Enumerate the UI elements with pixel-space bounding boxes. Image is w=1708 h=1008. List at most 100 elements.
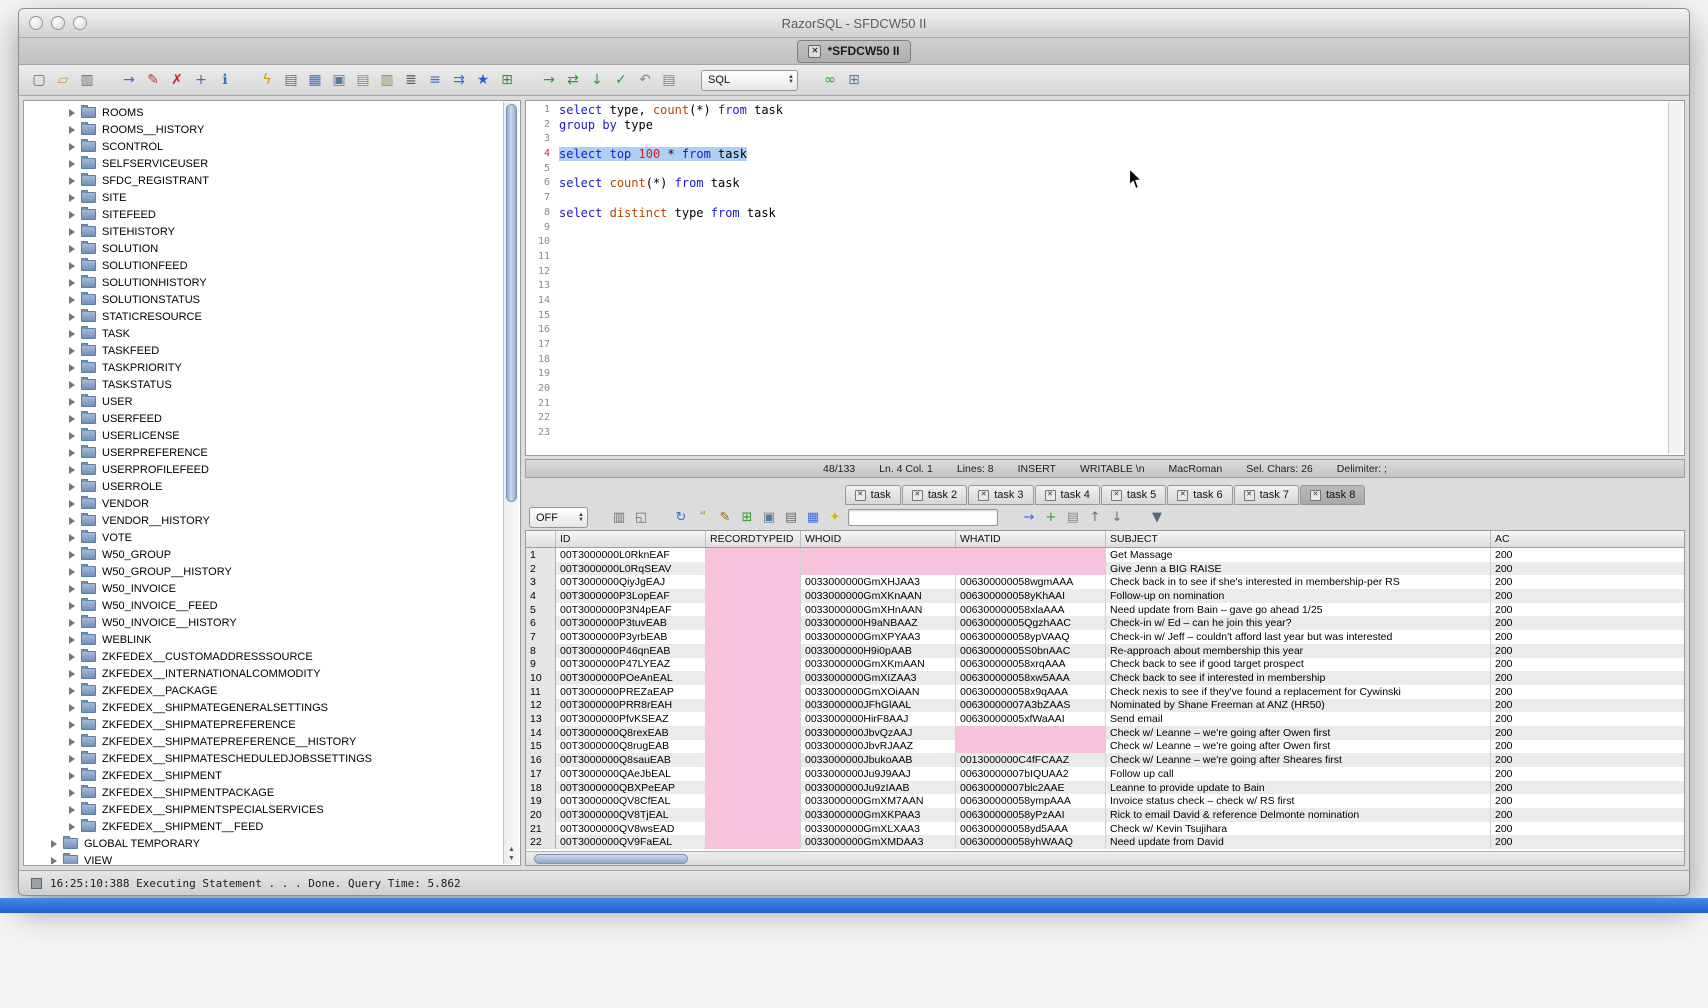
clipboard-icon[interactable]: ▥ [377,70,397,90]
cell-whoid[interactable]: 0033000000GmXHnAAN [801,603,956,617]
tree-item-global-temporary[interactable]: GLOBAL TEMPORARY [25,835,503,852]
export-file-icon[interactable]: ↑ [1086,509,1104,527]
execute-sql-icon[interactable]: → [539,70,559,90]
grid-hscroll-thumb[interactable] [534,854,688,864]
column-info-icon[interactable]: ▦ [804,509,822,527]
result-tab-task-5[interactable]: ✕task 5 [1101,485,1166,505]
table-row[interactable]: 300T3000000QiyJgEAJ0033000000GmXHJAA3006… [526,575,1685,589]
tree-item-w50_invoice__history[interactable]: W50_INVOICE__HISTORY [25,614,503,631]
sql-tools-lightning-icon[interactable]: ϟ [257,70,277,90]
cell-subject[interactable]: Check back to see if good target prospec… [1106,658,1491,672]
tree-item-zkfedex__shipment__feed[interactable]: ZKFEDEX__SHIPMENT__FEED [25,818,503,835]
tree-item-userfeed[interactable]: USERFEED [25,410,503,427]
import-file-icon[interactable]: ↓ [1108,509,1126,527]
row-number[interactable]: 2 [526,562,556,576]
tree-item-sitefeed[interactable]: SITEFEED [25,206,503,223]
result-tab-task-3[interactable]: ✕task 3 [968,485,1033,505]
cell-whatid[interactable]: 006300000058ympAAA [956,794,1106,808]
editor-line[interactable]: 12 [528,265,1667,280]
disclosure-triangle-icon[interactable] [69,755,75,763]
editor-line[interactable]: 9 [528,221,1667,236]
disclosure-triangle-icon[interactable] [69,415,75,423]
row-number[interactable]: 20 [526,808,556,822]
cell-whatid[interactable]: 006300000058yPzAAI [956,808,1106,822]
disclosure-triangle-icon[interactable] [69,823,75,831]
copy-cell-icon[interactable]: ▣ [760,509,778,527]
fetch-results-icon[interactable]: ↓ [587,70,607,90]
cell-recordtypeid[interactable] [706,630,801,644]
add-filter-icon[interactable]: + [1042,509,1060,527]
cell-recordtypeid[interactable] [706,835,801,849]
cell-subject[interactable]: Rick to email David & reference Delmonte… [1106,808,1491,822]
editor-line[interactable]: 2group by type [528,118,1667,133]
table-row[interactable]: 2100T3000000QV8wsEAD0033000000GmXLXAA300… [526,822,1685,836]
cell-id[interactable]: 00T3000000P47LYEAZ [556,658,706,672]
cell-id[interactable]: 00T3000000P3N4pEAF [556,603,706,617]
cell-id[interactable]: 00T3000000P3tuvEAB [556,616,706,630]
tree-item-taskstatus[interactable]: TASKSTATUS [25,376,503,393]
table-row[interactable]: 1800T3000000QBXPeEAP0033000000Ju9zIAAB00… [526,781,1685,795]
execute-all-icon[interactable]: ⇄ [563,70,583,90]
cell-recordtypeid[interactable] [706,616,801,630]
cell-activitydate[interactable]: 200 [1491,726,1685,740]
log-icon[interactable]: ▤ [659,70,679,90]
cell-whatid[interactable]: 00630000007blc2AAE [956,781,1106,795]
editor-line[interactable]: 22 [528,411,1667,426]
cell-whoid[interactable] [801,548,956,562]
edit-record-icon[interactable]: ✎ [143,70,163,90]
cell-id[interactable]: 00T3000000Q8rugEAB [556,740,706,754]
tree-item-site[interactable]: SITE [25,189,503,206]
table-row[interactable]: 1300T3000000PfvKSEAZ0033000000HirF8AAJ00… [526,712,1685,726]
disclosure-triangle-icon[interactable] [69,534,75,542]
find-next-icon[interactable]: → [1020,509,1038,527]
cell-whatid[interactable] [956,562,1106,576]
tree-item-userrole[interactable]: USERROLE [25,478,503,495]
tab-close-icon[interactable]: ✕ [1244,490,1255,501]
result-tab-task-7[interactable]: ✕task 7 [1234,485,1299,505]
cell-recordtypeid[interactable] [706,726,801,740]
tree-item-solutionstatus[interactable]: SOLUTIONSTATUS [25,291,503,308]
tab-close-icon[interactable]: ✕ [808,45,821,58]
sql-mode-select[interactable]: SQL▲▼ [701,70,798,91]
cell-recordtypeid[interactable] [706,685,801,699]
cell-activitydate[interactable]: 200 [1491,589,1685,603]
cell-activitydate[interactable]: 200 [1491,699,1685,713]
cell-subject[interactable]: Leanne to provide update to Bain [1106,781,1491,795]
cell-id[interactable]: 00T3000000Q8sauEAB [556,753,706,767]
cell-activitydate[interactable]: 200 [1491,658,1685,672]
connections-icon[interactable]: ∞ [820,70,840,90]
cell-subject[interactable]: Need update from Bain – gave go ahead 1/… [1106,603,1491,617]
undo-icon[interactable]: ↶ [635,70,655,90]
cell-whatid[interactable]: 006300000058ypVAAQ [956,630,1106,644]
document-tab[interactable]: ✕ *SFDCW50 II [797,40,910,63]
disclosure-triangle-icon[interactable] [69,296,75,304]
resize-columns-icon[interactable]: ◱ [632,509,650,527]
cell-whoid[interactable]: 0033000000JbvRJAAZ [801,740,956,754]
table-row[interactable]: 1500T3000000Q8rugEAB0033000000JbvRJAAZCh… [526,740,1685,754]
cell-whatid[interactable]: 006300000058yd5AAA [956,822,1106,836]
insert-row-icon[interactable]: ⊞ [738,509,756,527]
cell-recordtypeid[interactable] [706,548,801,562]
editor-line[interactable]: 18 [528,353,1667,368]
cell-id[interactable]: 00T3000000Q8rexEAB [556,726,706,740]
cell-whatid[interactable] [956,548,1106,562]
disclosure-triangle-icon[interactable] [69,517,75,525]
cell-recordtypeid[interactable] [706,562,801,576]
cell-subject[interactable]: Get Massage [1106,548,1491,562]
cell-recordtypeid[interactable] [706,767,801,781]
editor-line[interactable]: 8select distinct type from task [528,206,1667,221]
row-number[interactable]: 11 [526,685,556,699]
editor-line[interactable]: 21 [528,397,1667,412]
cell-whatid[interactable]: 006300000058xrqAAA [956,658,1106,672]
tree-item-rooms[interactable]: ROOMS [25,104,503,121]
tab-close-icon[interactable]: ✕ [1045,490,1056,501]
tree-item-task[interactable]: TASK [25,325,503,342]
cell-recordtypeid[interactable] [706,822,801,836]
column-header-whatid[interactable]: WHATID [956,531,1106,547]
cell-whatid[interactable]: 0013000000C4fFCAAZ [956,753,1106,767]
cell-activitydate[interactable]: 200 [1491,603,1685,617]
tab-close-icon[interactable]: ✕ [1111,490,1122,501]
tree-item-vendor[interactable]: VENDOR [25,495,503,512]
cell-subject[interactable]: Check back in to see if she's interested… [1106,575,1491,589]
table-row[interactable]: 800T3000000P46qnEAB0033000000H9i0pAAB006… [526,644,1685,658]
